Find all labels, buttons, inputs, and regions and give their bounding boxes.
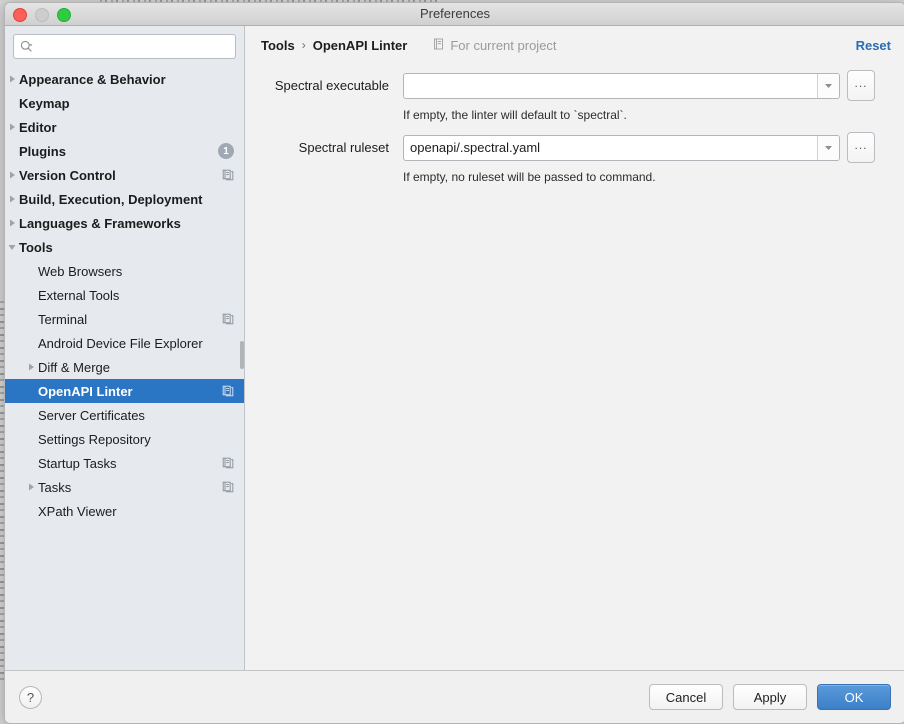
sidebar-item-diff-merge[interactable]: Diff & Merge	[5, 355, 244, 379]
settings-form: Spectral executable... If empty, the lint…	[245, 64, 904, 194]
chevron-right-icon[interactable]	[5, 170, 19, 180]
settings-tree[interactable]: Appearance & Behavior Keymap Editor Plugins…	[5, 65, 244, 670]
dialog-footer: ? Cancel Apply OK	[5, 671, 904, 723]
settings-content-pane: Tools › OpenAPI Linter For current proje…	[245, 26, 904, 670]
search-input[interactable]	[33, 35, 235, 58]
sidebar-item-editor[interactable]: Editor	[5, 115, 244, 139]
sidebar-item-terminal[interactable]: Terminal	[5, 307, 244, 331]
chevron-down-icon[interactable]	[817, 73, 839, 98]
project-scope-icon	[222, 457, 234, 469]
chevron-right-icon[interactable]	[5, 74, 19, 84]
sidebar-item-label: Plugins	[19, 143, 66, 159]
field-input[interactable]	[404, 73, 817, 98]
combo-box[interactable]	[403, 134, 840, 161]
sidebar-item-label: Editor	[19, 119, 57, 135]
cancel-button[interactable]: Cancel	[649, 684, 723, 710]
sidebar-item-external-tools[interactable]: External Tools	[5, 283, 244, 307]
preferences-dialog: Preferences Appearance & Behavior Keymap E	[4, 2, 904, 724]
settings-sidebar: Appearance & Behavior Keymap Editor Plugins…	[5, 26, 245, 670]
sidebar-item-tasks[interactable]: Tasks	[5, 475, 244, 499]
chevron-right-icon[interactable]	[24, 482, 38, 492]
sidebar-item-label: Terminal	[38, 311, 88, 327]
sidebar-item-label: Tasks	[38, 479, 72, 495]
search-container	[5, 26, 244, 65]
ok-button[interactable]: OK	[817, 684, 891, 710]
breadcrumb-parent[interactable]: Tools	[261, 38, 295, 53]
sidebar-item-version-control[interactable]: Version Control	[5, 163, 244, 187]
sidebar-item-languages-frameworks[interactable]: Languages & Frameworks	[5, 211, 244, 235]
sidebar-item-label: Build, Execution, Deployment	[19, 191, 203, 207]
content-header: Tools › OpenAPI Linter For current proje…	[245, 26, 904, 64]
field-label: Spectral ruleset	[298, 140, 389, 155]
sidebar-item-xpath-viewer[interactable]: XPath Viewer	[5, 499, 244, 523]
project-scope-icon	[222, 313, 234, 325]
sidebar-item-openapi-linter[interactable]: OpenAPI Linter	[5, 379, 244, 403]
sidebar-item-keymap[interactable]: Keymap	[5, 91, 244, 115]
chevron-right-icon[interactable]	[5, 194, 19, 204]
sidebar-item-label: Android Device File Explorer	[38, 335, 203, 351]
combo-box[interactable]	[403, 72, 840, 99]
breadcrumb: Tools › OpenAPI Linter	[261, 38, 407, 53]
apply-button[interactable]: Apply	[733, 684, 807, 710]
project-scope-icon	[222, 169, 234, 181]
browse-button[interactable]: ...	[847, 132, 875, 163]
sidebar-item-appearance-behavior[interactable]: Appearance & Behavior	[5, 67, 244, 91]
sidebar-item-label: Languages & Frameworks	[19, 215, 181, 231]
sidebar-item-settings-repository[interactable]: Settings Repository	[5, 427, 244, 451]
field-hint: If empty, the linter will default to `sp…	[403, 108, 627, 122]
chevron-down-icon[interactable]	[817, 135, 839, 160]
window-title: Preferences	[419, 6, 491, 21]
sidebar-item-tools[interactable]: Tools	[5, 235, 244, 259]
project-scope-icon	[222, 481, 234, 493]
sidebar-item-build-execution-deployment[interactable]: Build, Execution, Deployment	[5, 187, 244, 211]
sidebar-item-startup-tasks[interactable]: Startup Tasks	[5, 451, 244, 475]
sidebar-item-label: Settings Repository	[38, 431, 151, 447]
sidebar-item-label: Server Certificates	[38, 407, 145, 423]
sidebar-item-label: Keymap	[19, 95, 70, 111]
update-count-badge: 1	[218, 143, 234, 159]
chevron-right-icon[interactable]	[5, 122, 19, 132]
sidebar-item-web-browsers[interactable]: Web Browsers	[5, 259, 244, 283]
sidebar-item-label: Startup Tasks	[38, 455, 117, 471]
sidebar-item-label: XPath Viewer	[38, 503, 117, 519]
sidebar-item-plugins[interactable]: Plugins 1	[5, 139, 244, 163]
sidebar-item-label: Version Control	[19, 167, 116, 183]
help-button[interactable]: ?	[19, 685, 42, 709]
reset-link[interactable]: Reset	[856, 38, 891, 53]
project-scope-label: For current project	[450, 37, 557, 53]
title-bar: Preferences	[5, 3, 904, 26]
sidebar-item-label: Tools	[19, 239, 53, 255]
chevron-right-icon[interactable]	[24, 362, 38, 372]
search-box[interactable]	[13, 34, 236, 59]
field-input[interactable]	[404, 135, 817, 160]
project-scope-icon	[433, 38, 445, 53]
project-scope-icon	[222, 385, 234, 397]
dialog-body: Appearance & Behavior Keymap Editor Plugins…	[5, 26, 904, 671]
sidebar-item-label: External Tools	[38, 287, 120, 303]
browse-button[interactable]: ...	[847, 70, 875, 101]
sidebar-item-label: Diff & Merge	[38, 359, 111, 375]
breadcrumb-separator-icon: ›	[301, 38, 306, 52]
sidebar-item-label: Appearance & Behavior	[19, 71, 166, 87]
sidebar-item-server-certificates[interactable]: Server Certificates	[5, 403, 244, 427]
sidebar-item-label: Web Browsers	[38, 263, 123, 279]
breadcrumb-current: OpenAPI Linter	[312, 37, 408, 53]
form-row: Spectral executable...	[261, 70, 875, 101]
sidebar-scrollbar[interactable]	[240, 341, 244, 369]
form-row: Spectral ruleset...	[261, 132, 875, 163]
footer-button-group: Cancel Apply OK	[649, 684, 891, 710]
field-label: Spectral executable	[274, 78, 389, 93]
chevron-down-icon[interactable]	[5, 242, 19, 252]
search-icon	[20, 40, 33, 53]
project-scope-indicator: For current project	[433, 37, 557, 53]
field-hint: If empty, no ruleset will be passed to c…	[403, 170, 656, 184]
sidebar-item-label: OpenAPI Linter	[38, 383, 133, 399]
sidebar-item-android-device-file-explorer[interactable]: Android Device File Explorer	[5, 331, 244, 355]
chevron-right-icon[interactable]	[5, 218, 19, 228]
